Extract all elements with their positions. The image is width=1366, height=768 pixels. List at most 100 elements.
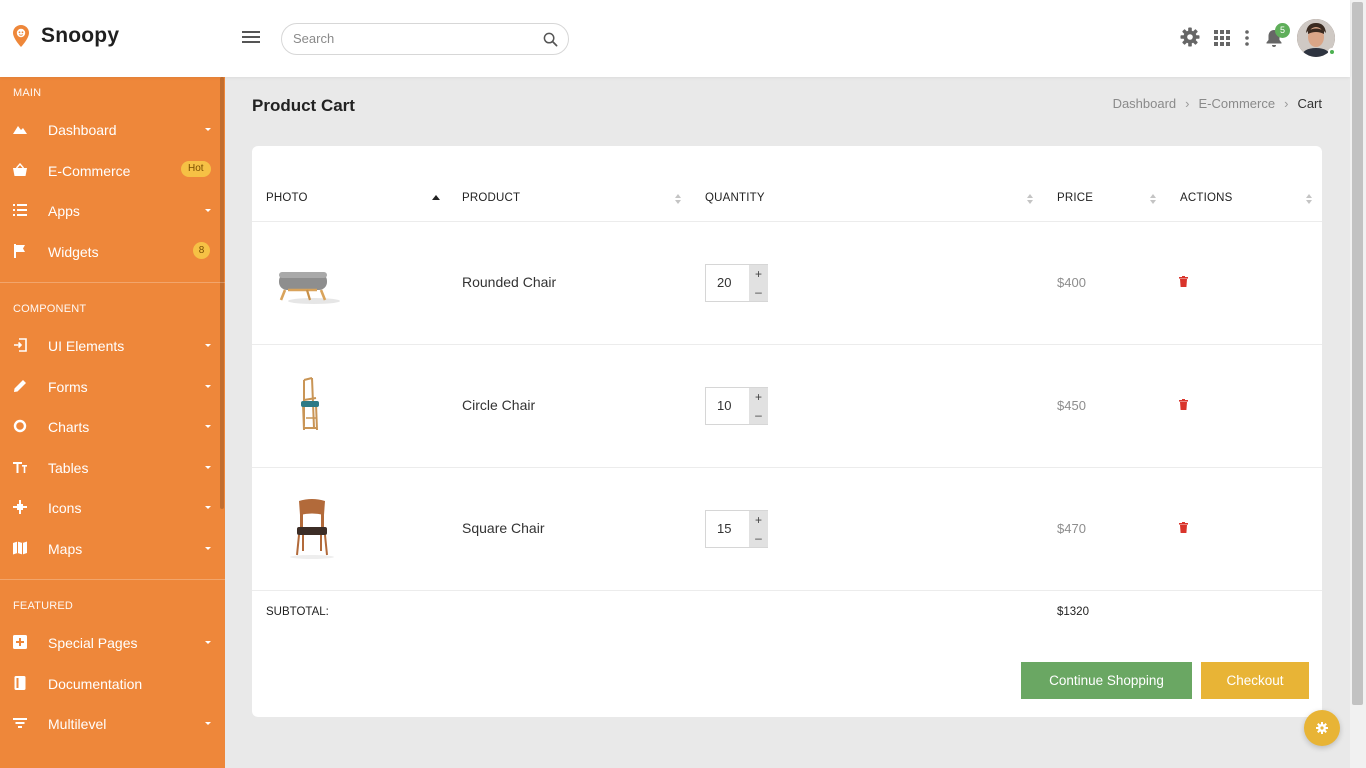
row-divider <box>252 590 1322 591</box>
sort-icon[interactable] <box>1306 194 1312 205</box>
sidebar-item-dashboard[interactable]: Dashboard <box>0 110 220 150</box>
sidebar-item-label: Apps <box>48 203 80 219</box>
sidebar-scrollbar[interactable] <box>220 77 224 509</box>
column-header-price[interactable]: PRICE <box>1057 192 1093 204</box>
text-height-icon <box>13 462 27 473</box>
flag-icon <box>14 244 25 258</box>
search-box <box>281 23 569 55</box>
stepper-buttons: + – <box>749 265 768 301</box>
sidebar-item-maps[interactable]: Maps <box>0 529 220 569</box>
sidebar-item-label: UI Elements <box>48 338 125 354</box>
quantity-input[interactable]: 10 <box>706 388 749 424</box>
column-header-actions[interactable]: ACTIONS <box>1180 192 1233 204</box>
sidebar-item-ui-elements[interactable]: UI Elements <box>0 326 220 366</box>
section-title-component: COMPONENT <box>13 303 87 315</box>
chevron-down-icon <box>205 641 211 644</box>
page-title: Product Cart <box>252 96 355 115</box>
quantity-input[interactable]: 15 <box>706 511 749 547</box>
sidebar-item-label: Maps <box>48 541 83 557</box>
column-header-photo[interactable]: PHOTO <box>266 192 308 204</box>
subtotal-value: $1320 <box>1057 606 1089 618</box>
checkout-button[interactable]: Checkout <box>1201 662 1309 699</box>
sidebar-item-ecommerce[interactable]: E-Commerce Hot <box>0 151 220 191</box>
section-divider <box>0 579 225 580</box>
map-icon <box>13 541 27 555</box>
sidebar-item-label: Charts <box>48 419 90 435</box>
circle-chair-image <box>301 377 319 431</box>
product-name: Rounded Chair <box>462 274 557 290</box>
more-vertical-icon[interactable] <box>1244 30 1250 46</box>
mountain-icon <box>13 126 27 134</box>
plus-icon[interactable]: + <box>749 265 768 283</box>
chevron-down-icon <box>205 209 211 212</box>
gear-icon[interactable] <box>1180 27 1200 47</box>
column-header-quantity[interactable]: QUANTITY <box>705 192 765 204</box>
notification-badge: 5 <box>1275 23 1290 38</box>
section-title-main: MAIN <box>13 87 42 99</box>
section-title-featured: FEATURED <box>13 600 74 612</box>
sidebar-item-widgets[interactable]: Widgets 8 <box>0 232 220 272</box>
settings-fab[interactable] <box>1304 710 1340 746</box>
hot-badge: Hot <box>181 161 211 177</box>
sidebar-item-forms[interactable]: Forms <box>0 367 220 407</box>
minus-icon[interactable]: – <box>749 529 768 547</box>
breadcrumb: Dashboard › E-Commerce › Cart <box>1113 96 1322 111</box>
chevron-down-icon <box>205 425 211 428</box>
app-name: Snoopy <box>41 24 120 47</box>
sparkle-icon <box>13 500 27 514</box>
menu-toggle-icon[interactable] <box>242 31 260 45</box>
quantity-stepper[interactable]: 20 + – <box>705 264 768 302</box>
brand[interactable]: Snoopy <box>13 24 119 48</box>
sidebar-item-icons[interactable]: Icons <box>0 488 220 528</box>
search-input[interactable] <box>293 31 533 46</box>
sidebar-item-label: Icons <box>48 500 82 516</box>
chevron-down-icon <box>205 506 211 509</box>
pencil-icon <box>14 380 26 392</box>
sidebar-item-apps[interactable]: Apps <box>0 191 220 231</box>
chevron-right-icon: › <box>1185 96 1190 111</box>
minus-icon[interactable]: – <box>749 406 768 424</box>
sort-ascending-icon[interactable] <box>432 195 440 200</box>
breadcrumb-ecommerce[interactable]: E-Commerce <box>1199 96 1276 111</box>
book-icon <box>14 676 26 690</box>
sidebar-item-charts[interactable]: Charts <box>0 407 220 447</box>
sidebar: MAIN Dashboard E-Commerce Hot Apps Widge… <box>0 77 225 768</box>
plus-icon[interactable]: + <box>749 511 768 529</box>
search-icon[interactable] <box>543 32 558 47</box>
trash-icon[interactable] <box>1179 276 1188 287</box>
sidebar-item-tables[interactable]: Tables <box>0 448 220 488</box>
chevron-down-icon <box>205 344 211 347</box>
online-status-indicator <box>1328 48 1336 56</box>
chevron-right-icon: › <box>1284 96 1289 111</box>
column-header-product[interactable]: PRODUCT <box>462 192 520 204</box>
quantity-stepper[interactable]: 10 + – <box>705 387 768 425</box>
chevron-down-icon <box>205 722 211 725</box>
donut-icon <box>13 419 27 433</box>
sidebar-item-special-pages[interactable]: Special Pages <box>0 623 220 663</box>
continue-shopping-button[interactable]: Continue Shopping <box>1021 662 1192 699</box>
sort-icon[interactable] <box>1150 194 1156 205</box>
stepper-buttons: + – <box>749 388 768 424</box>
quantity-stepper[interactable]: 15 + – <box>705 510 768 548</box>
product-name: Square Chair <box>462 520 545 536</box>
apps-grid-icon[interactable] <box>1214 30 1230 46</box>
section-divider <box>0 282 225 283</box>
stepper-buttons: + – <box>749 511 768 547</box>
grid-plus-icon <box>13 635 27 649</box>
chevron-down-icon <box>205 547 211 550</box>
sidebar-item-label: Multilevel <box>48 716 107 732</box>
trash-icon[interactable] <box>1179 522 1188 533</box>
sort-icon[interactable] <box>1027 194 1033 205</box>
plus-icon[interactable]: + <box>749 388 768 406</box>
sidebar-item-documentation[interactable]: Documentation <box>0 664 220 704</box>
sidebar-item-label: Special Pages <box>48 635 138 651</box>
breadcrumb-dashboard[interactable]: Dashboard <box>1113 96 1177 111</box>
trash-icon[interactable] <box>1179 399 1188 410</box>
page-scrollbar[interactable] <box>1352 2 1363 705</box>
quantity-input[interactable]: 20 <box>706 265 749 301</box>
product-price: $450 <box>1057 398 1086 413</box>
sidebar-item-multilevel[interactable]: Multilevel <box>0 704 220 744</box>
sidebar-item-label: Widgets <box>48 244 99 260</box>
minus-icon[interactable]: – <box>749 283 768 301</box>
sort-icon[interactable] <box>675 194 681 205</box>
